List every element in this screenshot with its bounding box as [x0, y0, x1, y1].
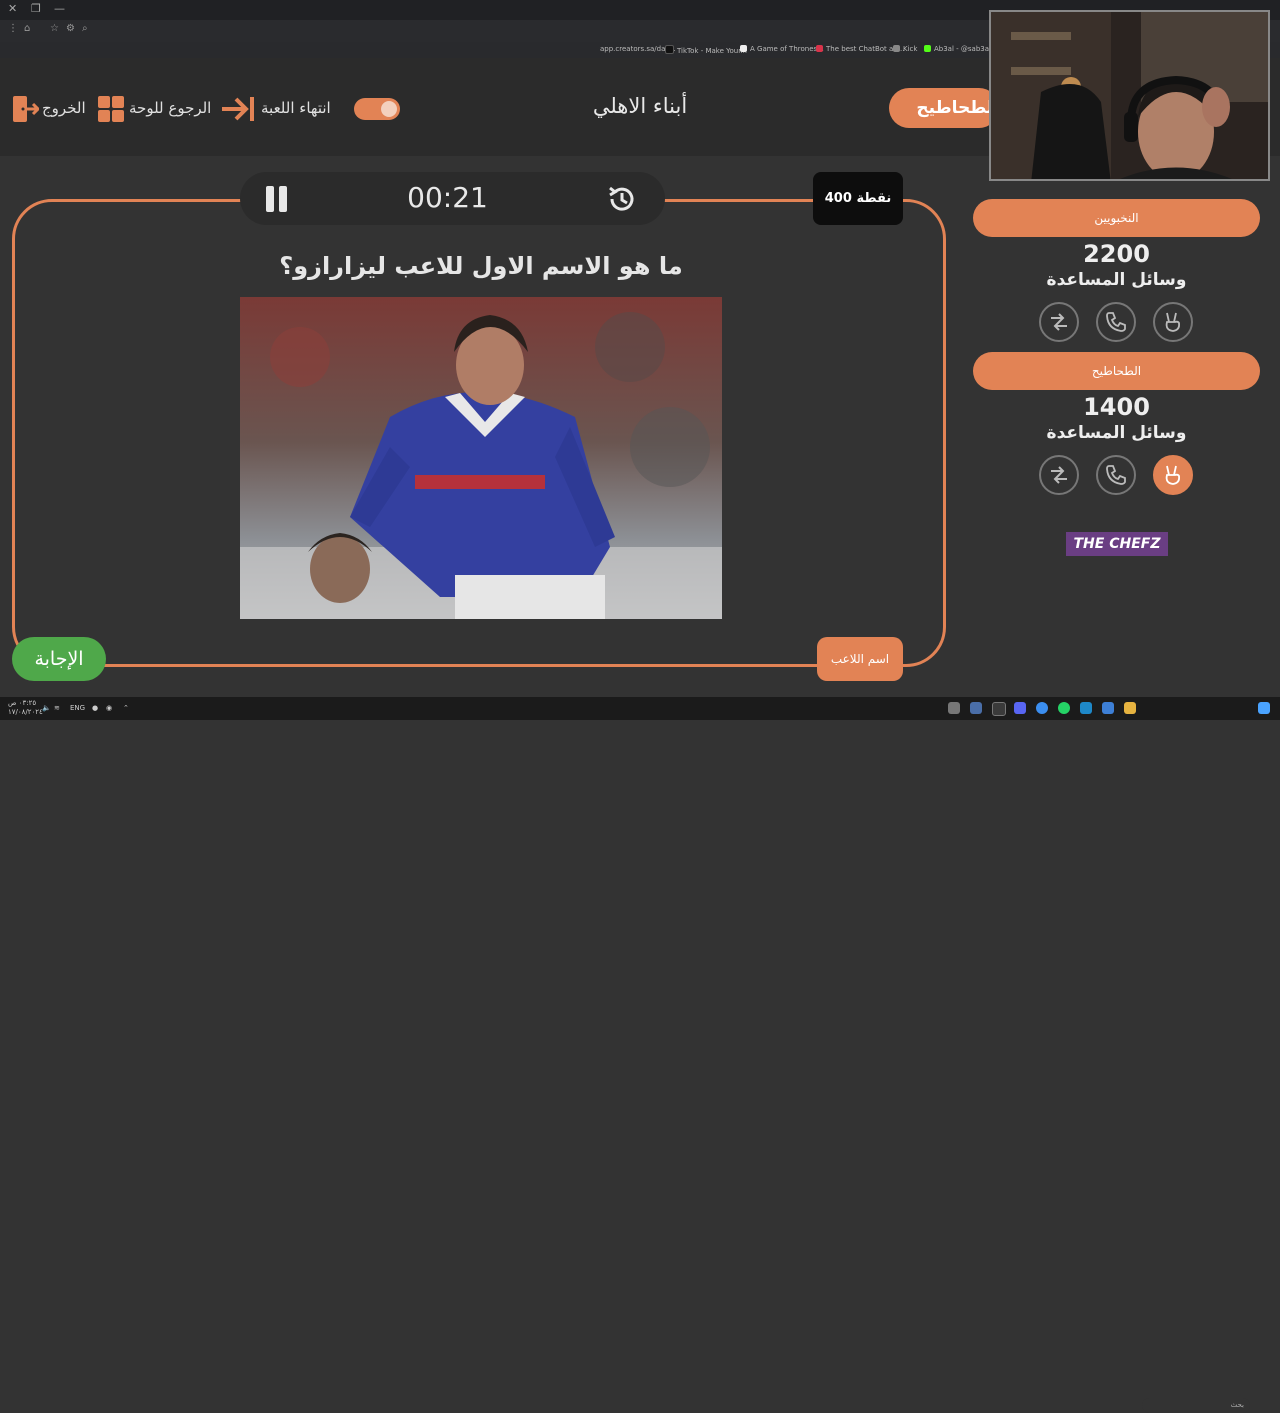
clock-date: ١٧/٠٨/٢٠٢٤	[8, 708, 43, 716]
swap-hands-icon	[1051, 313, 1067, 331]
volume-icon[interactable]: 🔈	[42, 704, 51, 712]
grid-icon	[98, 96, 124, 122]
pause-button[interactable]	[265, 185, 289, 217]
location-icon[interactable]: ◉	[106, 704, 112, 712]
settings-toggle[interactable]	[354, 98, 400, 120]
timer-display: 00:21	[407, 181, 488, 214]
menu-icon[interactable]: ⋮	[8, 23, 18, 34]
back-to-board-label: الرجوع للوحة	[129, 99, 212, 117]
zoom-icon[interactable]: ⌕	[82, 23, 88, 34]
bookmark-item[interactable]: Ab3al - @sab3al |	[924, 45, 996, 53]
current-team-title: أبناء الاهلي	[592, 94, 688, 118]
arrow-right-icon	[222, 97, 254, 121]
file-explorer-icon[interactable]	[1124, 702, 1136, 714]
bookmark-item[interactable]: Kick	[893, 45, 917, 53]
bookmark-item[interactable]: TikTok - Make Your...	[665, 45, 747, 55]
store-app-icon[interactable]	[1102, 702, 1114, 714]
team-score: 1400	[1083, 393, 1150, 421]
obs-app-icon[interactable]	[992, 702, 1006, 716]
bookmark-label: Kick	[903, 45, 918, 53]
double-answer-button-used[interactable]	[1153, 455, 1193, 495]
phone-icon	[1106, 465, 1126, 485]
chevron-up-icon[interactable]: ⌃	[123, 704, 129, 712]
kick-icon	[924, 45, 931, 52]
chatbot-icon	[816, 45, 823, 52]
end-game-button[interactable]: انتهاء اللعبة	[221, 95, 331, 127]
windows-start-icon[interactable]	[1258, 702, 1270, 714]
extension-icon[interactable]: ⌂	[24, 23, 30, 34]
extension-icon[interactable]: ⚙	[66, 23, 75, 34]
steam-app-icon[interactable]	[970, 702, 982, 714]
double-answer-button[interactable]	[1153, 302, 1193, 342]
bookmark-item[interactable]: A Game of Thrones...	[740, 45, 824, 53]
call-friend-button[interactable]	[1096, 302, 1136, 342]
reset-timer-button[interactable]	[606, 183, 638, 219]
swap-points-button[interactable]	[1039, 455, 1079, 495]
active-team-pill: الطحاطيح	[889, 88, 999, 128]
exit-button[interactable]: الخروج	[11, 95, 86, 127]
close-window-icon[interactable]: ✕	[8, 2, 17, 15]
swap-hands-icon	[1051, 466, 1067, 484]
pause-icon	[266, 186, 287, 212]
restore-window-icon[interactable]: ❐	[31, 2, 41, 15]
help-tools-label: وسائل المساعدة	[1046, 270, 1187, 290]
taskbar-search[interactable]: بحث	[1142, 1398, 1250, 1413]
the-chefz-logo: THE CHEFZ	[1066, 532, 1168, 556]
peace-hand-icon	[1165, 465, 1181, 485]
history-icon	[609, 186, 634, 211]
phone-icon	[1106, 312, 1126, 332]
got-icon	[740, 45, 747, 52]
minimize-window-icon[interactable]: —	[54, 2, 65, 15]
question-image	[240, 297, 722, 619]
streamer-webcam	[989, 10, 1270, 181]
peace-hand-icon	[1165, 312, 1181, 332]
bookmark-label: A Game of Thrones...	[750, 45, 824, 53]
swap-points-button[interactable]	[1039, 302, 1079, 342]
discord-app-icon[interactable]	[1014, 702, 1026, 714]
end-game-label: انتهاء اللعبة	[261, 99, 331, 117]
back-to-board-button[interactable]: الرجوع للوحة	[97, 95, 211, 127]
bookmark-label: Ab3al - @sab3al |	[934, 45, 996, 53]
team-score: 2200	[1083, 240, 1150, 268]
microphone-icon[interactable]: ●	[92, 704, 98, 712]
bookmark-item[interactable]: The best ChatBot an...	[816, 45, 904, 53]
chrome-app-icon[interactable]	[1036, 702, 1048, 714]
clock-time: ٠٣:٢٥ ص	[8, 699, 37, 707]
question-text: ما هو الاسم الاول للاعب ليزارازو؟	[279, 252, 683, 280]
gear-icon	[381, 101, 397, 117]
edge-app-icon[interactable]	[1080, 702, 1092, 714]
show-answer-button[interactable]: الإجابة	[12, 637, 106, 681]
call-friend-button[interactable]	[1096, 455, 1136, 495]
team-name-pill: الطحاطيح	[973, 352, 1260, 390]
hint-player-name-button[interactable]: اسم اللاعب	[817, 637, 903, 681]
team-name-pill: النخبويين	[973, 199, 1260, 237]
windows-taskbar: ٠٣:٢٥ ص ١٧/٠٨/٢٠٢٤ 🔈 ≋ ENG ● ◉ ⌃ بحث	[0, 697, 1280, 1413]
help-tools-label: وسائل المساعدة	[1046, 423, 1187, 443]
kick-icon	[893, 45, 900, 52]
bookmark-label: TikTok - Make Your...	[677, 47, 748, 55]
exit-door-icon	[13, 96, 41, 122]
whatsapp-app-icon[interactable]	[1058, 702, 1070, 714]
tiktok-icon	[665, 45, 674, 54]
settings-app-icon[interactable]	[948, 702, 960, 714]
language-indicator[interactable]: ENG	[70, 704, 85, 712]
wifi-icon[interactable]: ≋	[54, 704, 60, 712]
points-badge: 400 نقطة	[813, 172, 903, 225]
exit-label: الخروج	[42, 99, 86, 117]
bookmark-star-icon[interactable]: ☆	[50, 23, 59, 34]
